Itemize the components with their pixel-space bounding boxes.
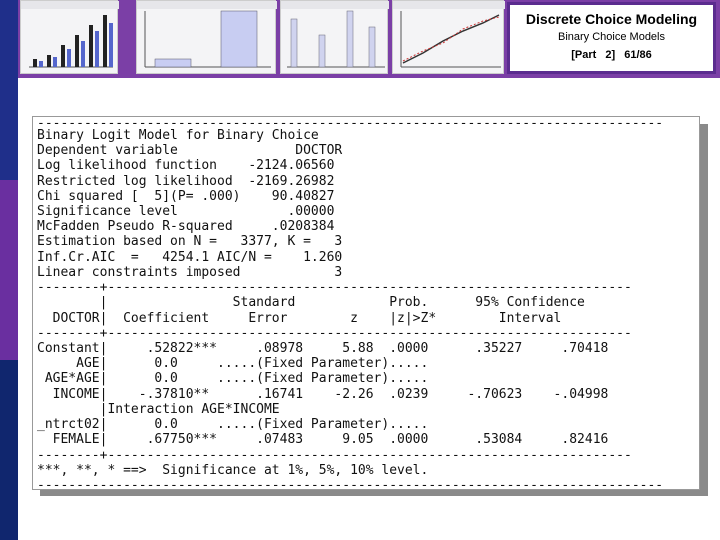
output-line: _ntrct02| 0.0 .....(Fixed Parameter)....…: [37, 417, 429, 432]
thumbnail-bar-chart: [20, 0, 119, 74]
output-line: Constant| .52822*** .08978 5.88 .0000 .3…: [37, 341, 609, 356]
output-line: Linear constraints imposed 3: [37, 265, 343, 280]
left-decor-segment: [0, 360, 18, 540]
output-line: AGE| 0.0 .....(Fixed Parameter).....: [37, 356, 429, 371]
output-line: AGE*AGE| 0.0 .....(Fixed Parameter).....: [37, 371, 429, 386]
output-line: Dependent variable DOCTOR: [37, 143, 343, 158]
thumbnail-bar-chart: [280, 0, 389, 74]
left-decor-segment: [0, 180, 18, 360]
output-line: McFadden Pseudo R-squared .0208384: [37, 219, 335, 234]
output-line: Chi squared [ 5](P= .000) 90.40827: [37, 189, 335, 204]
left-decor-segment: [0, 0, 18, 180]
output-line: ***, **, * ==> Significance at 1%, 5%, 1…: [37, 463, 429, 478]
left-decor-bar: [0, 0, 18, 540]
output-line: Binary Logit Model for Binary Choice: [37, 128, 319, 143]
output-line: Estimation based on N = 3377, K = 3: [37, 234, 343, 249]
slide-reference: [Part 2] 61/86: [571, 49, 652, 61]
slide-title: Discrete Choice Modeling: [525, 11, 698, 27]
output-line: Inf.Cr.AIC = 4254.1 AIC/N = 1.260: [37, 250, 343, 265]
slide-subtitle: Binary Choice Models: [558, 31, 665, 43]
regression-output-panel: ----------------------------------------…: [32, 116, 700, 490]
output-line: Log likelihood function -2124.06560: [37, 158, 335, 173]
output-line: ----------------------------------------…: [37, 478, 664, 490]
output-line: --------+-------------------------------…: [37, 448, 632, 463]
output-line: --------+-------------------------------…: [37, 326, 632, 341]
output-line: DOCTOR| Coefficient Error z |z|>Z* Inter…: [37, 311, 562, 326]
thumbnail-bar-chart: [136, 0, 277, 74]
output-line: | Standard Prob. 95% Confidence: [37, 295, 585, 310]
output-line: --------+-------------------------------…: [37, 280, 632, 295]
output-line: Restricted log likelihood -2169.26982: [37, 174, 335, 189]
output-line: |Interaction AGE*INCOME: [37, 402, 280, 417]
output-line: Significance level .00000: [37, 204, 335, 219]
output-line: FEMALE| .67750*** .07483 9.05 .0000 .530…: [37, 432, 609, 447]
slide-title-box: Discrete Choice Modeling Binary Choice M…: [507, 2, 716, 74]
thumbnail-line-chart: [392, 0, 505, 74]
output-line: INCOME| -.37810** .16741 -2.26 .0239 -.7…: [37, 387, 609, 402]
